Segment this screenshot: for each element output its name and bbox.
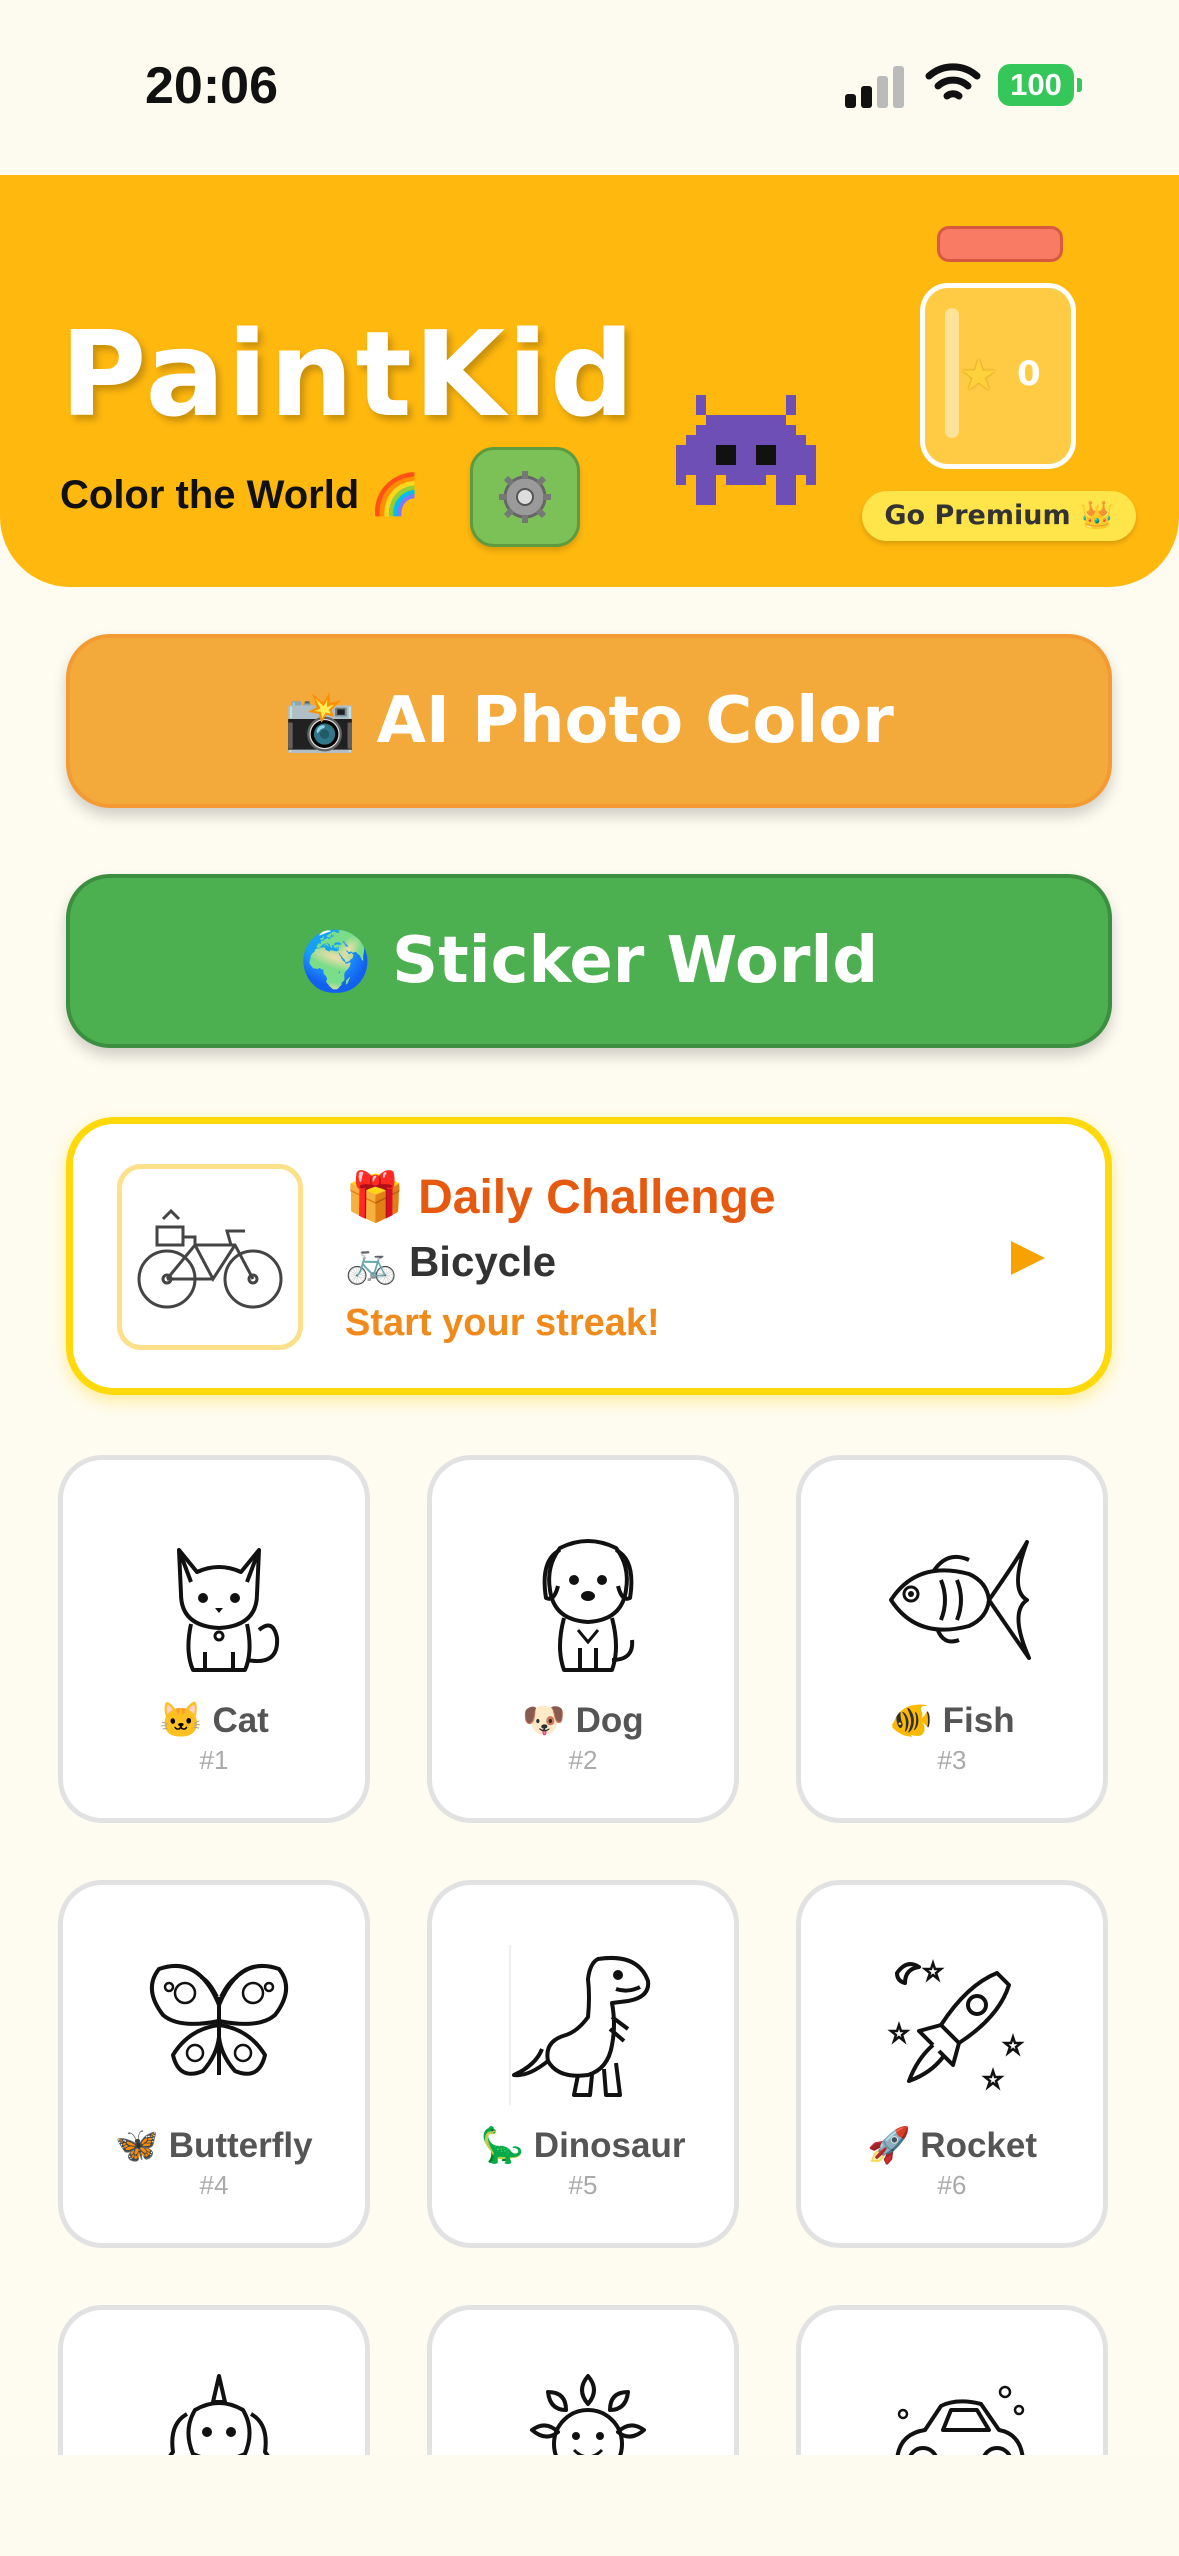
page-tile-sunflower[interactable] bbox=[427, 2305, 739, 2455]
gear-icon bbox=[499, 471, 551, 523]
sticker-world-button[interactable]: 🌍 Sticker World bbox=[66, 874, 1112, 1048]
sunflower-icon bbox=[530, 2374, 646, 2455]
go-premium-button[interactable]: Go Premium 👑 bbox=[862, 491, 1136, 541]
page-tile-unicorn[interactable] bbox=[58, 2305, 370, 2455]
page-tile-rocket[interactable]: 🚀 Rocket #6 bbox=[796, 1880, 1108, 2248]
star-count: 0 bbox=[1017, 354, 1041, 394]
page-number: #2 bbox=[568, 1745, 598, 1775]
fish-icon bbox=[889, 1540, 1031, 1660]
space-invader-icon bbox=[676, 395, 816, 505]
coloring-page-grid: 🐱 Cat #1 🐶 Dog #2 🐠 Fish #3 🦋 Butterfly … bbox=[58, 1455, 1108, 2455]
wifi-icon bbox=[925, 63, 981, 100]
ai-photo-color-button[interactable]: 📸 AI Photo Color bbox=[66, 634, 1112, 808]
dog-icon bbox=[542, 1539, 635, 1672]
page-name: 🐠 Fish bbox=[889, 1701, 1015, 1740]
jar-lid bbox=[937, 226, 1063, 262]
status-bar: 20:06 100 bbox=[0, 0, 1179, 175]
ai-photo-color-label: AI Photo Color bbox=[376, 684, 894, 758]
sticker-world-label: Sticker World bbox=[391, 924, 879, 998]
page-name: 🦕 Dinosaur bbox=[480, 2126, 686, 2165]
settings-button[interactable] bbox=[470, 447, 580, 547]
page-number: #4 bbox=[199, 2170, 229, 2200]
daily-challenge-subject: 🚲 Bicycle bbox=[345, 1238, 557, 1285]
page-number: #6 bbox=[937, 2170, 967, 2200]
page-name: 🚀 Rocket bbox=[866, 2126, 1037, 2165]
daily-challenge-card[interactable]: 🎁 Daily Challenge 🚲 Bicycle Start your s… bbox=[66, 1117, 1112, 1395]
camera-icon: 📸 bbox=[284, 686, 357, 755]
page-name: 🐱 Cat bbox=[159, 1701, 269, 1740]
daily-challenge-streak: Start your streak! bbox=[345, 1302, 660, 1344]
daily-challenge-thumbnail bbox=[117, 1164, 303, 1350]
page-tile-butterfly[interactable]: 🦋 Butterfly #4 bbox=[58, 1880, 370, 2248]
page-name: 🦋 Butterfly bbox=[115, 2126, 313, 2165]
page-tile-dinosaur[interactable]: 🦕 Dinosaur #5 bbox=[427, 1880, 739, 2248]
car-icon bbox=[895, 2385, 1025, 2455]
app-title: PaintKid bbox=[60, 305, 637, 443]
page-number: #3 bbox=[937, 1745, 967, 1775]
bicycle-icon bbox=[137, 1208, 283, 1309]
daily-challenge-title: 🎁 Daily Challenge bbox=[345, 1171, 776, 1224]
app-tagline: Color the World 🌈 bbox=[60, 473, 421, 517]
status-time: 20:06 bbox=[145, 57, 278, 115]
globe-icon: 🌍 bbox=[299, 926, 372, 995]
dinosaur-icon bbox=[509, 1945, 651, 2105]
cellular-signal-icon bbox=[845, 64, 905, 108]
cat-icon bbox=[177, 1548, 280, 1672]
page-tile-car[interactable] bbox=[796, 2305, 1108, 2455]
page-tile-fish[interactable]: 🐠 Fish #3 bbox=[796, 1455, 1108, 1823]
unicorn-icon bbox=[168, 2374, 270, 2455]
battery-indicator: 100 bbox=[998, 64, 1082, 106]
rocket-icon bbox=[887, 1959, 1025, 2091]
star-icon: ★ bbox=[959, 350, 999, 401]
star-jar[interactable]: ★ 0 bbox=[920, 283, 1076, 469]
page-tile-dog[interactable]: 🐶 Dog #2 bbox=[427, 1455, 739, 1823]
play-icon[interactable] bbox=[1011, 1241, 1045, 1275]
app-header: PaintKid Color the World 🌈 ★ 0 Go Premiu… bbox=[0, 175, 1179, 587]
page-number: #1 bbox=[199, 1745, 229, 1775]
page-name: 🐶 Dog bbox=[522, 1701, 644, 1740]
page-tile-cat[interactable]: 🐱 Cat #1 bbox=[58, 1455, 370, 1823]
butterfly-icon bbox=[150, 1963, 288, 2076]
page-number: #5 bbox=[568, 2170, 598, 2200]
bottom-safe-area bbox=[0, 2455, 1179, 2556]
